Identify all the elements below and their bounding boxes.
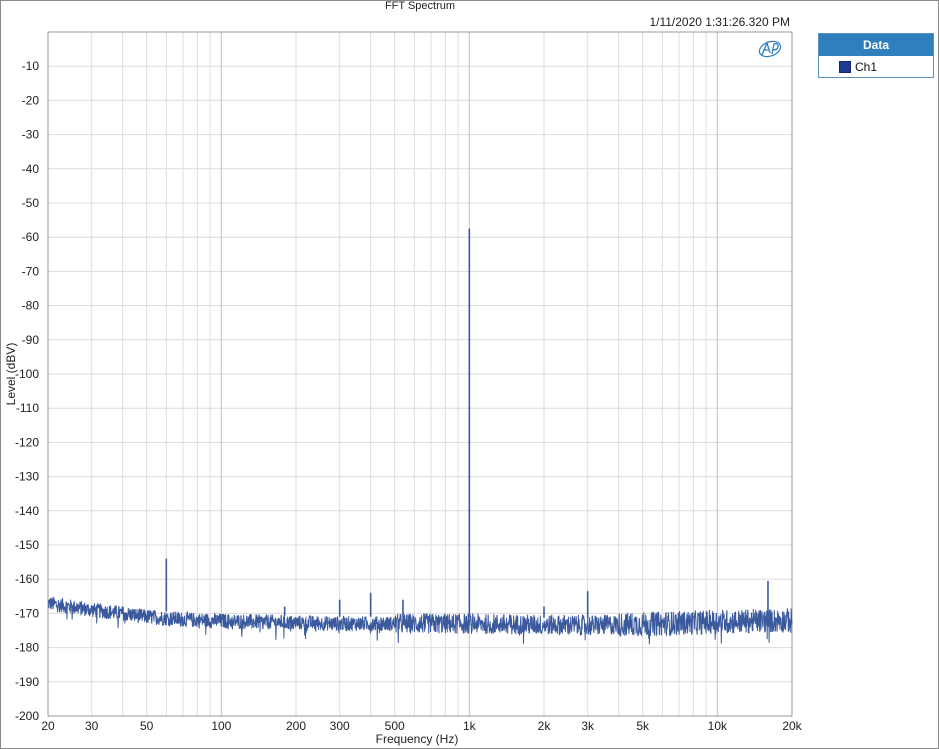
y-tick-label: -70 xyxy=(22,264,40,278)
x-tick-label: 20 xyxy=(41,719,55,733)
legend[interactable]: Data Ch1 xyxy=(818,33,934,78)
y-axis-label: Level (dBV) xyxy=(4,343,18,406)
legend-title: Data xyxy=(819,34,933,56)
y-tick-label: -20 xyxy=(22,93,40,107)
y-tick-label: -30 xyxy=(22,128,40,142)
y-tick-label: -130 xyxy=(15,470,39,484)
y-tick-label: -180 xyxy=(15,641,39,655)
y-tick-label: -40 xyxy=(22,162,40,176)
x-tick-label: 3k xyxy=(581,719,595,733)
y-tick-label: -120 xyxy=(15,435,39,449)
y-tick-label: -190 xyxy=(15,675,39,689)
x-tick-label: 50 xyxy=(140,719,154,733)
y-tick-label: -170 xyxy=(15,606,39,620)
x-tick-label: 500 xyxy=(385,719,405,733)
x-tick-label: 20k xyxy=(782,719,802,733)
x-tick-label: 100 xyxy=(211,719,231,733)
y-tick-label: -10 xyxy=(22,59,40,73)
legend-entry-ch1[interactable]: Ch1 xyxy=(819,56,933,77)
x-tick-label: 2k xyxy=(538,719,552,733)
legend-label: Ch1 xyxy=(855,59,878,74)
x-tick-label: 1k xyxy=(463,719,477,733)
y-tick-label: -150 xyxy=(15,538,39,552)
y-tick-label: -110 xyxy=(16,401,39,415)
y-tick-label: -80 xyxy=(22,299,40,313)
x-tick-label: 30 xyxy=(85,719,99,733)
x-tick-label: 10k xyxy=(708,719,728,733)
legend-swatch xyxy=(839,60,851,73)
y-tick-label: -140 xyxy=(15,504,39,518)
y-tick-label: -60 xyxy=(22,230,40,244)
x-tick-label: 300 xyxy=(330,719,350,733)
y-tick-label: -160 xyxy=(15,572,39,586)
x-tick-label: 5k xyxy=(636,719,650,733)
x-axis-label: Frequency (Hz) xyxy=(376,732,459,746)
y-tick-label: -100 xyxy=(15,367,39,381)
x-tick-label: 200 xyxy=(286,719,306,733)
plot-area: 20 30 50 100 200 300 500 1k 2k 3k 5k 10k 20k -10 -20 -3… xyxy=(4,31,803,746)
y-tick-label: -200 xyxy=(15,709,39,723)
y-tick-label: -90 xyxy=(22,333,40,347)
y-tick-label: -50 xyxy=(22,196,40,210)
